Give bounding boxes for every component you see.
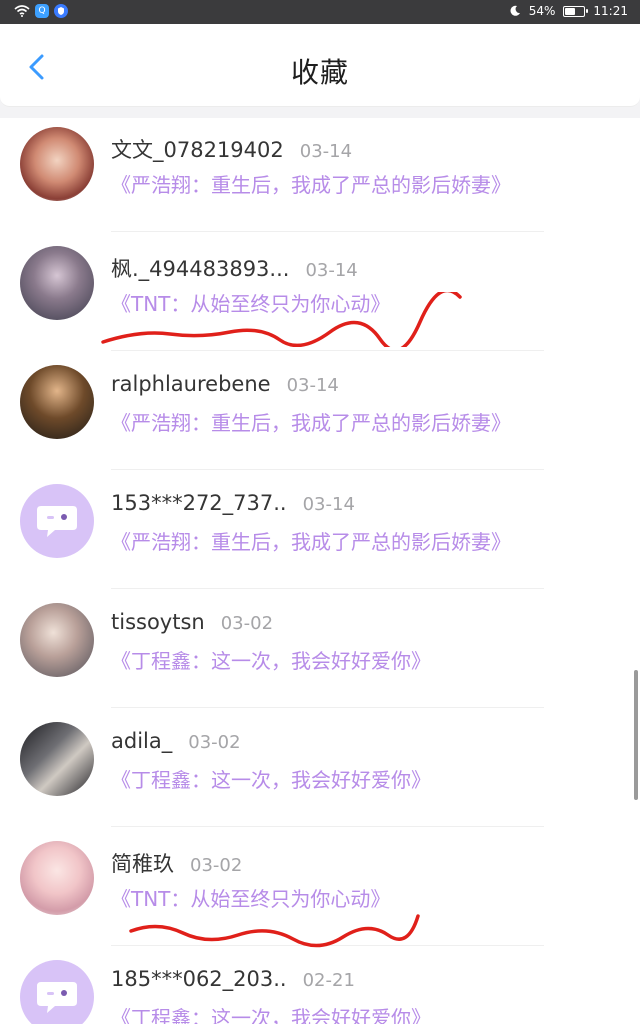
- name-row: tissoytsn 03-02: [111, 610, 273, 634]
- book-title-link[interactable]: 《丁程鑫：这一次，我会好好爱你》: [111, 1002, 431, 1024]
- list-item[interactable]: tissoytsn 03-02 《丁程鑫：这一次，我会好好爱你》: [0, 589, 640, 708]
- default-avatar[interactable]: [20, 484, 94, 558]
- user-name: 枫._494483893...: [111, 257, 290, 281]
- page-title: 收藏: [290, 56, 349, 89]
- date: 03-14: [305, 260, 358, 281]
- battery-percent: 54%: [528, 4, 556, 18]
- name-row: 153***272_737.. 03-14: [111, 491, 355, 515]
- chat-bubble-icon: [37, 982, 77, 1013]
- name-row: 185***062_203.. 02-21: [111, 967, 355, 991]
- qq-icon: Q: [35, 4, 49, 18]
- list-item[interactable]: 简稚玖 03-02 《TNT：从始至终只为你心动》: [0, 827, 640, 948]
- avatar[interactable]: [20, 603, 94, 677]
- list-item[interactable]: 153***272_737.. 03-14 《严浩翔：重生后，我成了严总的影后娇…: [0, 470, 640, 589]
- wifi-icon: [14, 5, 30, 17]
- book-title-link[interactable]: 《严浩翔：重生后，我成了严总的影后娇妻》: [111, 526, 511, 555]
- status-left: Q: [14, 4, 68, 18]
- date: 03-14: [302, 494, 355, 515]
- list-item[interactable]: ralphlaurebene 03-14 《严浩翔：重生后，我成了严总的影后娇妻…: [0, 351, 640, 470]
- chat-bubble-icon: [37, 506, 77, 537]
- battery-fill: [565, 7, 575, 15]
- shield-icon: [54, 4, 68, 18]
- list-item[interactable]: 文文_078219402 03-14 《严浩翔：重生后，我成了严总的影后娇妻》: [0, 118, 640, 232]
- user-name: 简稚玖: [111, 852, 174, 876]
- user-name: 185***062_203..: [111, 967, 287, 991]
- name-row: 枫._494483893... 03-14: [111, 253, 358, 283]
- date: 03-02: [188, 732, 241, 753]
- list-item[interactable]: 185***062_203.. 02-21 《丁程鑫：这一次，我会好好爱你》: [0, 946, 640, 1024]
- list-item[interactable]: 枫._494483893... 03-14 《TNT：从始至终只为你心动》: [0, 232, 640, 351]
- book-title-link[interactable]: 《丁程鑫：这一次，我会好好爱你》: [111, 645, 431, 674]
- clock: 11:21: [593, 4, 628, 18]
- list-item[interactable]: adila_ 03-02 《丁程鑫：这一次，我会好好爱你》: [0, 708, 640, 827]
- book-title-link[interactable]: 《丁程鑫：这一次，我会好好爱你》: [111, 764, 431, 793]
- date: 03-02: [220, 613, 274, 634]
- book-title-link[interactable]: 《TNT：从始至终只为你心动》: [111, 288, 390, 317]
- status-bar: Q 54% 11:21: [0, 0, 640, 24]
- user-name: ralphlaurebene: [111, 372, 271, 396]
- favorites-list: 文文_078219402 03-14 《严浩翔：重生后，我成了严总的影后娇妻》 …: [0, 118, 640, 1024]
- avatar[interactable]: [20, 722, 94, 796]
- user-name: 153***272_737..: [111, 491, 287, 515]
- default-avatar[interactable]: [20, 960, 94, 1024]
- date: 03-02: [190, 855, 243, 876]
- book-title-link[interactable]: 《TNT：从始至终只为你心动》: [111, 883, 390, 912]
- user-name: adila_: [111, 729, 173, 753]
- avatar[interactable]: [20, 246, 94, 320]
- avatar[interactable]: [20, 365, 94, 439]
- date: 03-14: [299, 141, 353, 162]
- user-name: 文文_078219402: [111, 138, 284, 162]
- scrollbar[interactable]: [634, 670, 638, 800]
- date: 03-14: [286, 375, 339, 396]
- name-row: ralphlaurebene 03-14: [111, 372, 339, 396]
- name-row: adila_ 03-02: [111, 729, 241, 753]
- battery-icon: [563, 5, 589, 17]
- header: 收藏: [0, 24, 640, 107]
- date: 02-21: [302, 970, 355, 991]
- book-title-link[interactable]: 《严浩翔：重生后，我成了严总的影后娇妻》: [111, 407, 511, 436]
- avatar[interactable]: [20, 127, 94, 201]
- book-title-link[interactable]: 《严浩翔：重生后，我成了严总的影后娇妻》: [111, 169, 511, 198]
- user-name: tissoytsn: [111, 610, 205, 634]
- name-row: 简稚玖 03-02: [111, 848, 242, 878]
- moon-icon: [510, 5, 520, 16]
- status-right: 54% 11:21: [509, 4, 628, 18]
- avatar[interactable]: [20, 841, 94, 915]
- name-row: 文文_078219402 03-14: [111, 134, 352, 164]
